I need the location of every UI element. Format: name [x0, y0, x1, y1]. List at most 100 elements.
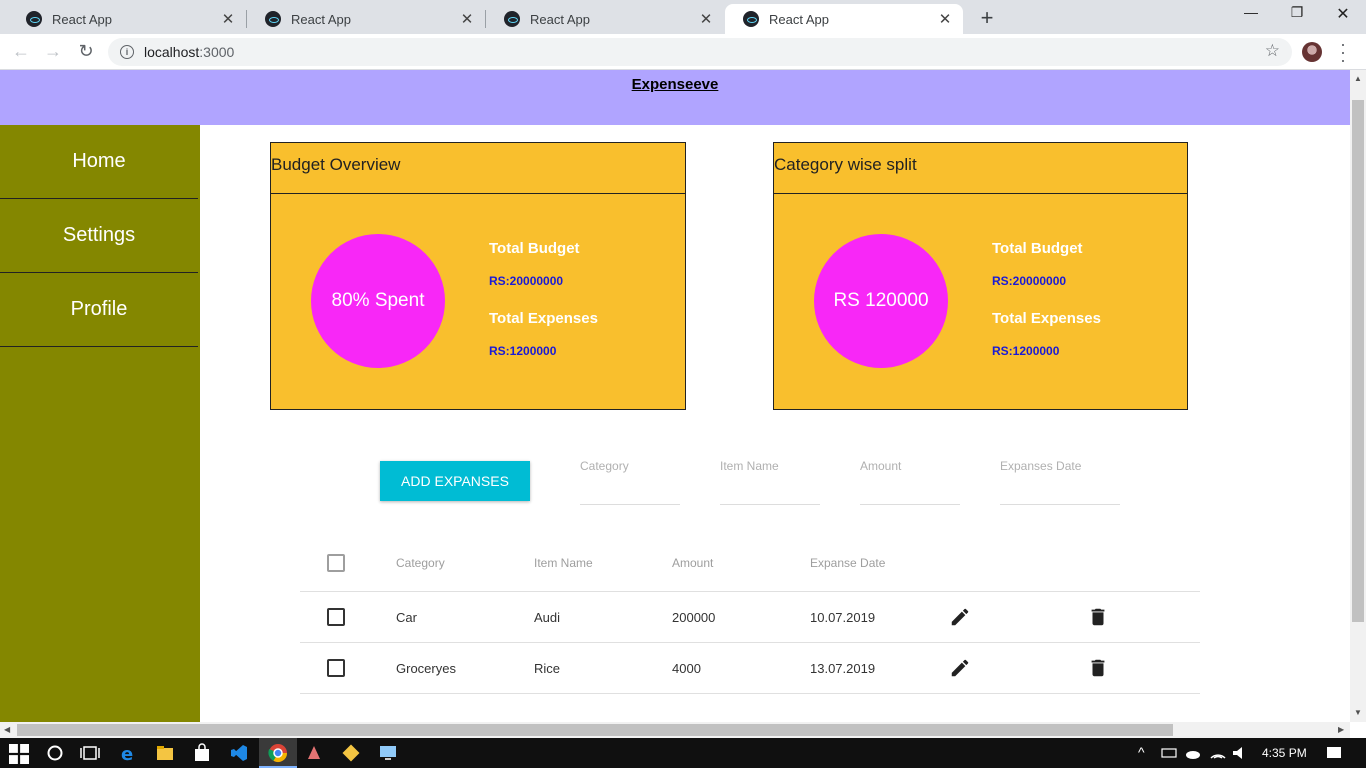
total-expenses-value: RS:1200000: [489, 344, 557, 358]
react-icon: [265, 11, 281, 27]
search-icon[interactable]: [45, 743, 65, 763]
volume-icon[interactable]: [1230, 743, 1250, 763]
amount-input[interactable]: Amount: [860, 459, 960, 505]
react-icon: [504, 11, 520, 27]
budget-overview-card: Budget Overview 80% Spent Total Budget R…: [270, 142, 686, 410]
item-name-input[interactable]: Item Name: [720, 459, 820, 505]
tab-title: React App: [291, 11, 351, 27]
react-icon: [743, 11, 759, 27]
row-category: Car: [396, 609, 417, 625]
total-budget-value: RS:20000000: [992, 274, 1067, 288]
browser-tab[interactable]: React App ✕: [486, 4, 724, 34]
windows-start-icon[interactable]: [9, 744, 29, 764]
row-item-name: Rice: [534, 660, 561, 676]
new-tab-button[interactable]: +: [975, 5, 999, 31]
file-explorer-icon[interactable]: [155, 743, 175, 763]
add-expanses-button[interactable]: ADD EXPANSES: [380, 461, 530, 501]
delete-icon[interactable]: [1087, 643, 1109, 693]
close-icon[interactable]: ✕: [220, 10, 236, 28]
wifi-icon[interactable]: [1208, 743, 1228, 763]
browser-toolbar: ← → ↻ i localhost:3000 ☆: [0, 34, 1366, 70]
spent-circle: 80% Spent: [311, 234, 445, 368]
table-header: Category Item Name Amount Expanse Date: [300, 535, 1200, 592]
profile-avatar[interactable]: [1302, 42, 1322, 62]
store-icon[interactable]: [192, 743, 212, 763]
total-budget-label: Total Budget: [489, 240, 580, 257]
total-budget-value: RS:20000000: [489, 274, 564, 288]
header-amount[interactable]: Amount: [672, 535, 713, 591]
row-checkbox[interactable]: [327, 659, 345, 677]
total-expenses-label: Total Expenses: [992, 310, 1101, 327]
header-item-name[interactable]: Item Name: [534, 535, 593, 591]
sidebar-item-settings[interactable]: Settings: [0, 199, 198, 273]
page-viewport: Expenseeve Home Settings Profile Budget …: [0, 70, 1350, 722]
restore-icon[interactable]: ❐: [1274, 4, 1320, 21]
chrome-taskbar-item[interactable]: [259, 738, 297, 768]
select-all-checkbox[interactable]: [327, 554, 345, 572]
vertical-scrollbar[interactable]: ▲ ▼: [1350, 70, 1366, 722]
expanses-date-input-label: Expanses Date: [1000, 459, 1082, 473]
back-icon[interactable]: ←: [10, 41, 32, 62]
browser-tab-bar: React App ✕ React App ✕ React App ✕ Reac…: [0, 0, 1366, 34]
row-date: 13.07.2019: [810, 660, 876, 676]
network-icon[interactable]: [1159, 743, 1179, 763]
table-row: Car Audi 200000 10.07.2019: [300, 592, 1200, 643]
header-category[interactable]: Category: [396, 535, 445, 591]
card-stats: Total Budget RS:20000000 Total Expenses …: [489, 240, 598, 360]
info-icon[interactable]: i: [120, 45, 134, 59]
forward-icon[interactable]: →: [42, 41, 64, 62]
browser-menu-icon[interactable]: · · ·: [1338, 35, 1348, 69]
edit-icon[interactable]: [949, 643, 971, 693]
task-view-icon[interactable]: [80, 743, 100, 763]
category-input[interactable]: Category: [580, 459, 680, 505]
browser-tab[interactable]: React App ✕: [247, 4, 485, 34]
total-expenses-value: RS:1200000: [992, 344, 1060, 358]
clock-time[interactable]: 4:35 PM: [1262, 746, 1307, 760]
scroll-right-icon[interactable]: ▶: [1338, 725, 1344, 734]
reload-icon[interactable]: ↻: [75, 41, 97, 62]
react-icon: [26, 11, 42, 27]
scroll-left-icon[interactable]: ◀: [4, 725, 10, 734]
total-budget-label: Total Budget: [992, 240, 1083, 257]
window-close-icon[interactable]: ✕: [1320, 4, 1366, 24]
sidebar-item-home[interactable]: Home: [0, 125, 198, 199]
close-icon[interactable]: ✕: [937, 10, 953, 28]
scroll-up-icon[interactable]: ▲: [1354, 74, 1362, 83]
vscode-icon[interactable]: [229, 743, 249, 763]
row-date: 10.07.2019: [810, 609, 876, 625]
tab-title: React App: [52, 11, 112, 27]
scroll-down-icon[interactable]: ▼: [1354, 708, 1362, 717]
chevron-up-icon[interactable]: ^: [1138, 744, 1145, 760]
category-split-card: Category wise split RS 120000 Total Budg…: [773, 142, 1188, 410]
row-checkbox[interactable]: [327, 608, 345, 626]
remote-desktop-icon[interactable]: [378, 743, 398, 763]
close-icon[interactable]: ✕: [459, 10, 475, 28]
edge-browser-icon[interactable]: e: [118, 743, 138, 763]
address-bar[interactable]: i localhost:3000 ☆: [108, 38, 1292, 66]
card-stats: Total Budget RS:20000000 Total Expenses …: [992, 240, 1101, 360]
header-expanse-date[interactable]: Expanse Date: [810, 535, 885, 591]
horizontal-scrollbar[interactable]: ◀ ▶: [0, 722, 1350, 738]
git-icon[interactable]: [341, 743, 361, 763]
category-circle: RS 120000: [814, 234, 948, 368]
bookmark-star-icon[interactable]: ☆: [1265, 41, 1280, 61]
edit-icon[interactable]: [949, 592, 971, 642]
app-icon[interactable]: [304, 743, 324, 763]
sidebar-item-profile[interactable]: Profile: [0, 273, 198, 347]
notifications-icon[interactable]: [1324, 743, 1344, 763]
total-expenses-label: Total Expenses: [489, 310, 598, 327]
app-title: Expenseeve: [631, 76, 719, 93]
minimize-icon[interactable]: —: [1228, 4, 1274, 20]
close-icon[interactable]: ✕: [698, 10, 714, 28]
browser-tab-active[interactable]: React App ✕: [725, 4, 963, 34]
url-host: localhost: [144, 44, 200, 60]
horizontal-scroll-thumb[interactable]: [17, 724, 1173, 736]
table-row: Groceryes Rice 4000 13.07.2019: [300, 643, 1200, 694]
onedrive-icon[interactable]: [1183, 743, 1203, 763]
expanses-date-input[interactable]: Expanses Date: [1000, 459, 1120, 505]
browser-tab[interactable]: React App ✕: [8, 4, 246, 34]
vertical-scroll-thumb[interactable]: [1352, 100, 1364, 622]
card-title: Budget Overview: [271, 143, 685, 194]
row-amount: 4000: [672, 660, 701, 676]
delete-icon[interactable]: [1087, 592, 1109, 642]
